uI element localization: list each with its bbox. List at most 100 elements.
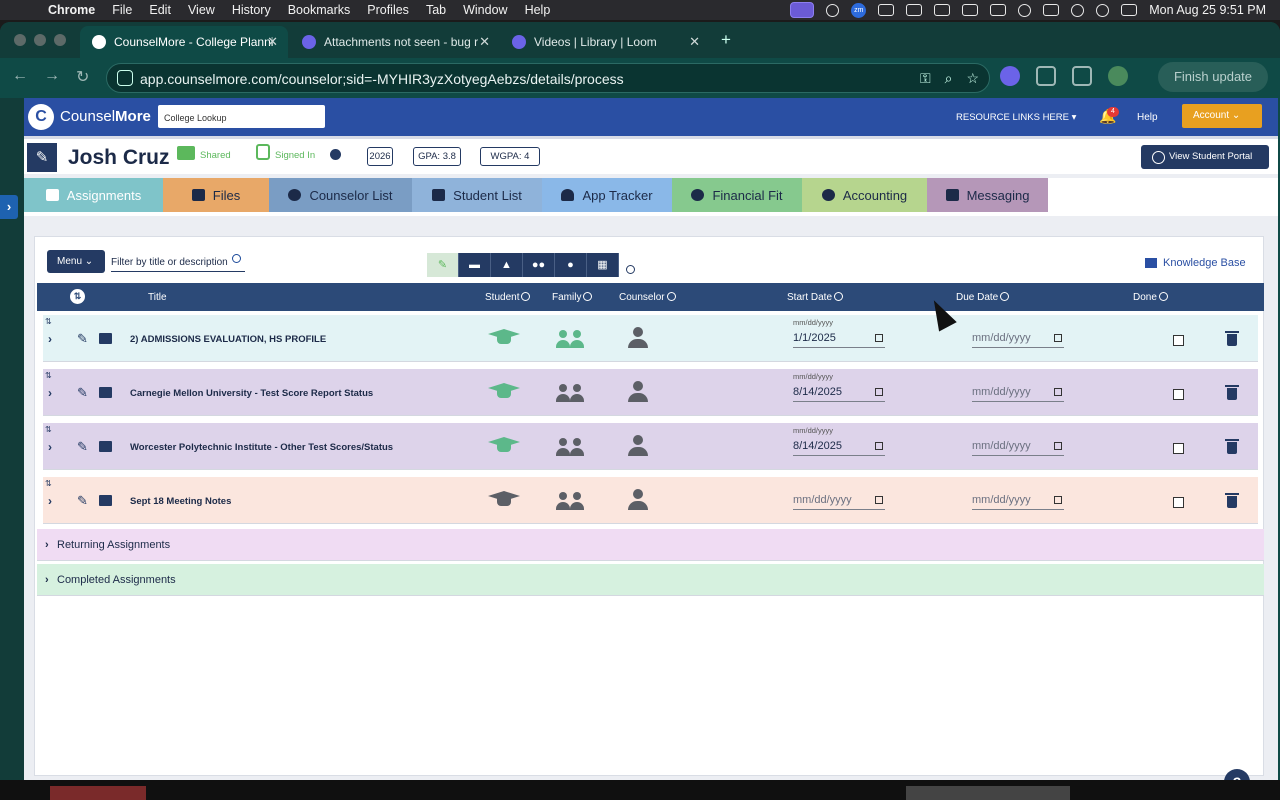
help-circle-icon[interactable] bbox=[626, 265, 635, 274]
help-circle-icon[interactable] bbox=[1000, 292, 1010, 301]
comment-icon[interactable] bbox=[99, 333, 112, 344]
screen-record-icon[interactable] bbox=[790, 2, 815, 18]
menubar-clock[interactable]: Mon Aug 25 9:51 PM bbox=[1149, 3, 1266, 17]
chevron-right-icon[interactable]: › bbox=[48, 386, 52, 400]
address-bar[interactable]: app.counselmore.com/counselor;sid=-MYHIR… bbox=[106, 63, 990, 93]
start-date-input[interactable]: 1/1/2025 bbox=[793, 330, 885, 348]
help-circle-icon[interactable] bbox=[1158, 292, 1168, 301]
counselor-icon[interactable] bbox=[628, 327, 648, 349]
pencil-icon[interactable]: ✎ bbox=[77, 331, 88, 347]
maximize-window-button[interactable] bbox=[54, 34, 66, 46]
chevron-right-icon[interactable]: › bbox=[48, 494, 52, 508]
reorder-icon[interactable]: ⇅ bbox=[45, 371, 52, 380]
done-checkbox[interactable] bbox=[1173, 389, 1184, 400]
trash-icon[interactable] bbox=[1225, 331, 1239, 346]
tab-messaging[interactable]: Messaging bbox=[927, 178, 1048, 212]
chevron-right-icon[interactable]: › bbox=[48, 332, 52, 346]
tab-app-tracker[interactable]: App Tracker bbox=[542, 178, 672, 212]
key-icon[interactable]: ⚿ bbox=[920, 70, 931, 87]
resource-links-dropdown[interactable]: RESOURCE LINKS HERE ▾ bbox=[956, 112, 1076, 123]
trash-icon[interactable] bbox=[1225, 439, 1239, 454]
reorder-icon[interactable]: ⇅ bbox=[45, 479, 52, 488]
done-checkbox[interactable] bbox=[1173, 443, 1184, 454]
tab-search-icon[interactable] bbox=[1072, 66, 1092, 86]
menubar-item-bookmarks[interactable]: Bookmarks bbox=[288, 3, 351, 17]
family-icon[interactable] bbox=[556, 438, 586, 456]
start-date-input[interactable]: 8/14/2025 bbox=[793, 384, 885, 402]
tab-files[interactable]: Files bbox=[163, 178, 269, 212]
browser-tab-counselmore[interactable]: CounselMore - College Planni ✕ bbox=[80, 26, 288, 58]
mute-icon[interactable] bbox=[962, 4, 979, 16]
family-view-button[interactable]: ●● bbox=[523, 253, 555, 277]
spotlight-icon[interactable] bbox=[1096, 3, 1110, 17]
pencil-icon[interactable]: ✎ bbox=[77, 385, 88, 401]
zoom-icon[interactable]: zm bbox=[851, 2, 867, 18]
reorder-icon[interactable]: ⇅ bbox=[45, 317, 52, 326]
trash-icon[interactable] bbox=[1225, 385, 1239, 400]
due-date-input[interactable]: mm/dd/yyyy bbox=[972, 384, 1064, 402]
bookmark-star-icon[interactable]: ☆ bbox=[966, 70, 979, 87]
close-window-button[interactable] bbox=[14, 34, 26, 46]
view-student-portal-button[interactable]: View Student Portal bbox=[1141, 145, 1269, 169]
assignment-title[interactable]: Carnegie Mellon University - Test Score … bbox=[130, 388, 373, 399]
start-date-input[interactable]: mm/dd/yyyy bbox=[793, 492, 885, 510]
returning-assignments-section[interactable]: › Returning Assignments bbox=[37, 529, 1264, 561]
sort-icon[interactable]: ⇅ bbox=[70, 289, 85, 304]
new-tab-button[interactable]: + bbox=[721, 30, 731, 50]
calendar-icon[interactable] bbox=[1054, 496, 1062, 504]
tab-financial-fit[interactable]: Financial Fit bbox=[672, 178, 802, 212]
pencil-icon[interactable]: ✎ bbox=[77, 493, 88, 509]
family-icon[interactable] bbox=[556, 330, 586, 348]
college-lookup-input[interactable]: College Lookup bbox=[158, 105, 325, 128]
profile-avatar-icon[interactable] bbox=[1108, 66, 1128, 86]
help-circle-icon[interactable] bbox=[583, 292, 593, 301]
calendar-icon[interactable] bbox=[1054, 334, 1062, 342]
done-checkbox[interactable] bbox=[1173, 497, 1184, 508]
browser-tab-attachments[interactable]: Attachments not seen - bug r ✕ bbox=[290, 26, 500, 58]
reload-icon[interactable]: ↻ bbox=[76, 67, 89, 87]
calendar-icon[interactable] bbox=[1054, 388, 1062, 396]
side-panel-toggle[interactable]: › bbox=[0, 195, 18, 219]
account-dropdown[interactable]: Account ⌄ bbox=[1182, 104, 1262, 128]
close-tab-icon[interactable]: ✕ bbox=[267, 34, 278, 50]
graduation-cap-icon[interactable] bbox=[488, 437, 520, 455]
settings-icon[interactable] bbox=[826, 3, 840, 17]
chevron-right-icon[interactable]: › bbox=[48, 440, 52, 454]
counselor-icon[interactable] bbox=[628, 381, 648, 403]
help-circle-icon[interactable] bbox=[834, 292, 844, 301]
zoom-magnifier-icon[interactable]: ⌕ bbox=[945, 70, 953, 87]
counselor-icon[interactable] bbox=[628, 435, 648, 457]
calendar-icon[interactable] bbox=[875, 496, 883, 504]
graduation-cap-icon[interactable] bbox=[488, 491, 520, 509]
dock-thumbnail[interactable] bbox=[906, 786, 1070, 800]
minimize-window-button[interactable] bbox=[34, 34, 46, 46]
menubar-item-window[interactable]: Window bbox=[463, 3, 507, 17]
volume-icon[interactable] bbox=[906, 4, 923, 16]
menubar-item-edit[interactable]: Edit bbox=[149, 3, 171, 17]
menubar-app-name[interactable]: Chrome bbox=[48, 3, 95, 17]
reorder-icon[interactable]: ⇅ bbox=[45, 425, 52, 434]
assignment-title[interactable]: Worcester Polytechnic Institute - Other … bbox=[130, 442, 393, 453]
graduation-cap-view-button[interactable]: ▲ bbox=[491, 253, 523, 277]
pencil-icon[interactable]: ✎ bbox=[77, 439, 88, 455]
graduation-cap-icon[interactable] bbox=[488, 329, 520, 347]
done-checkbox[interactable] bbox=[1173, 335, 1184, 346]
close-tab-icon[interactable]: ✕ bbox=[479, 34, 490, 50]
completed-assignments-section[interactable]: › Completed Assignments bbox=[37, 564, 1264, 596]
family-icon[interactable] bbox=[556, 492, 586, 510]
assignment-title[interactable]: 2) ADMISSIONS EVALUATION, HS PROFILE bbox=[130, 334, 326, 345]
menubar-item-help[interactable]: Help bbox=[525, 3, 551, 17]
url-text[interactable]: app.counselmore.com/counselor;sid=-MYHIR… bbox=[140, 71, 624, 87]
display-icon[interactable] bbox=[934, 4, 951, 16]
menubar-item-history[interactable]: History bbox=[232, 3, 271, 17]
help-link[interactable]: Help bbox=[1137, 112, 1158, 123]
table-row[interactable]: ⇅ › ✎ Worcester Polytechnic Institute - … bbox=[43, 423, 1258, 470]
graduation-cap-icon[interactable] bbox=[488, 383, 520, 401]
finish-update-button[interactable]: Finish update bbox=[1158, 62, 1268, 92]
comment-icon[interactable] bbox=[99, 441, 112, 452]
due-date-input[interactable]: mm/dd/yyyy bbox=[972, 330, 1064, 348]
control-center-icon[interactable] bbox=[1121, 4, 1138, 16]
tab-accounting[interactable]: Accounting bbox=[802, 178, 927, 212]
user-icon[interactable] bbox=[1071, 3, 1085, 17]
menubar-item-profiles[interactable]: Profiles bbox=[367, 3, 409, 17]
